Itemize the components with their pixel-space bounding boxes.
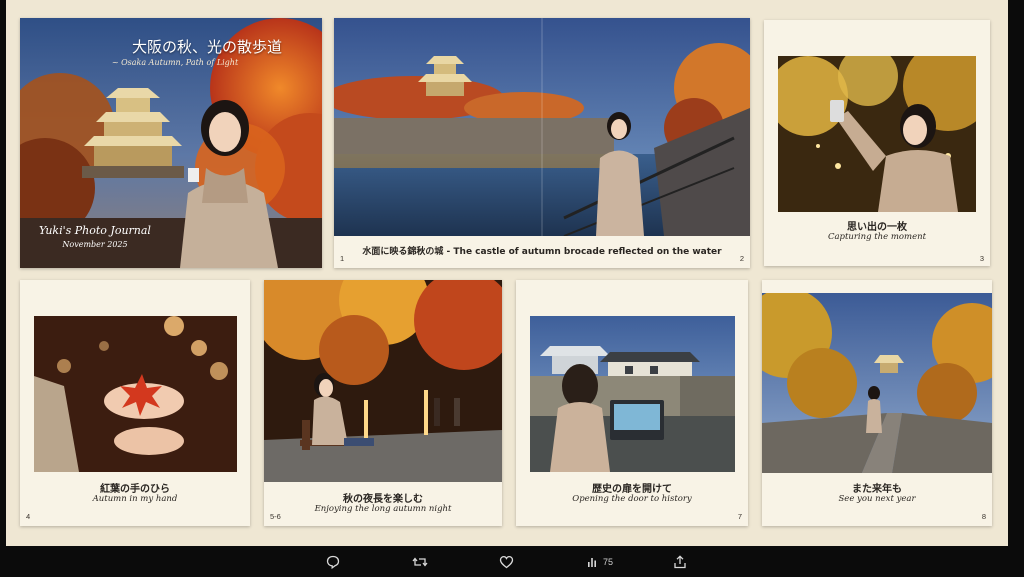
page-4-photo — [34, 316, 237, 472]
page-8-photo — [762, 293, 992, 473]
page-3-photo — [778, 56, 976, 212]
repost-icon — [412, 557, 428, 567]
page-7-caption-en: Opening the door to history — [572, 494, 692, 504]
share-icon — [674, 555, 686, 569]
page-5-6-card[interactable]: 秋の夜長を楽しむ Enjoying the long autumn night … — [264, 280, 502, 526]
cover-title: 大阪の秋、光の散歩道 — [132, 38, 283, 56]
page-4-caption-en: Autumn in my hand — [92, 494, 178, 504]
page-8-caption-jp: また来年も — [852, 484, 902, 495]
page-5-6-photo — [264, 280, 502, 482]
cover-journal-title: Yuki's Photo Journal — [39, 224, 151, 237]
page-8-card[interactable]: また来年も See you next year 8 — [762, 280, 992, 526]
page-3-card[interactable]: 思い出の一枚 Capturing the moment 3 — [764, 20, 990, 266]
page-spread-1-2[interactable]: 水面に映る錦秋の城 - The castle of autumn brocade… — [334, 18, 750, 268]
post-action-bar: 75 — [0, 546, 1024, 577]
cover-card[interactable]: 大阪の秋、光の散歩道 ~ Osaka Autumn, Path of Light… — [20, 18, 322, 268]
page-5-6-caption-jp: 秋の夜長を楽しむ — [343, 494, 423, 505]
page-7-card[interactable]: 歴史の扉を開けて Opening the door to history 7 — [516, 280, 748, 526]
page-3-number: 3 — [979, 254, 984, 263]
page-3-caption-jp: 思い出の一枚 — [847, 222, 907, 233]
page-5-6-number: 5-6 — [270, 512, 281, 521]
page-8-caption-en: See you next year — [838, 494, 916, 504]
page-7-caption-jp: 歴史の扉を開けて — [592, 484, 672, 495]
photo-book-board: 大阪の秋、光の散歩道 ~ Osaka Autumn, Path of Light… — [6, 0, 1008, 546]
like-button[interactable] — [499, 555, 514, 569]
spread-caption: 水面に映る錦秋の城 - The castle of autumn brocade… — [362, 247, 722, 257]
page-4-card[interactable]: 紅葉の手のひら Autumn in my hand 4 — [20, 280, 250, 526]
share-button[interactable] — [673, 555, 687, 569]
spread-photo — [334, 18, 750, 236]
reply-icon — [326, 555, 340, 569]
reply-button[interactable] — [326, 555, 340, 569]
page-4-number: 4 — [26, 512, 31, 521]
page-number-left: 1 — [340, 254, 345, 263]
cover-subtitle: ~ Osaka Autumn, Path of Light — [111, 58, 239, 67]
heart-icon — [499, 555, 514, 569]
page-8-number: 8 — [981, 512, 986, 521]
page-7-photo — [530, 316, 735, 472]
page-3-caption-en: Capturing the moment — [827, 232, 927, 242]
page-5-6-caption-en: Enjoying the long autumn night — [314, 504, 452, 514]
views-button[interactable]: 75 — [587, 555, 613, 569]
page-7-number: 7 — [737, 512, 742, 521]
repost-button[interactable] — [412, 555, 428, 569]
page-number-right: 2 — [739, 254, 744, 263]
cover-date: November 2025 — [62, 240, 128, 249]
person-shape — [866, 386, 882, 433]
views-chart-icon — [588, 558, 596, 567]
page-4-caption-jp: 紅葉の手のひら — [100, 484, 170, 495]
views-count: 75 — [603, 557, 614, 567]
